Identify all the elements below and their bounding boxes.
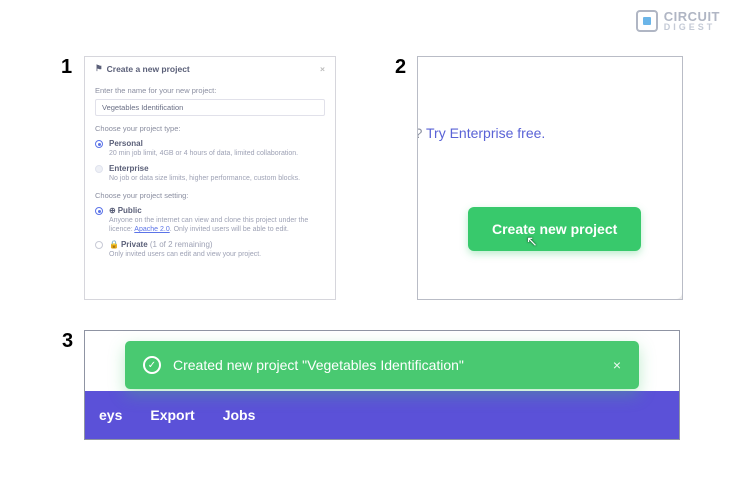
license-link[interactable]: Apache 2.0	[134, 226, 169, 233]
lock-icon: 🔒	[109, 240, 119, 249]
globe-icon: ⊕	[109, 206, 116, 215]
name-field-label: Enter the name for your new project:	[95, 86, 325, 95]
modal-title: Create a new project	[107, 64, 190, 74]
close-icon[interactable]: ×	[320, 64, 325, 74]
step-label-3: 3	[62, 330, 73, 353]
option-public[interactable]: ⊕Public Anyone on the internet can view …	[95, 206, 325, 234]
create-project-modal: ⚑ Create a new project × Enter the name …	[84, 56, 336, 300]
success-toast: ✓ Created new project "Vegetables Identi…	[125, 341, 639, 389]
toast-panel: eys Export Jobs ✓ Created new project "V…	[84, 330, 680, 440]
type-field-label: Choose your project type:	[95, 124, 325, 133]
option-public-desc: Anyone on the internet can view and clon…	[109, 216, 325, 234]
nav-item-jobs[interactable]: Jobs	[223, 407, 256, 423]
nav-item-export[interactable]: Export	[150, 407, 194, 423]
fragment-text-mid: ojects? Try Enterprise free.	[417, 125, 545, 141]
check-circle-icon: ✓	[143, 356, 161, 374]
option-private[interactable]: 🔒Private (1 of 2 remaining) Only invited…	[95, 240, 325, 259]
option-enterprise-desc: No job or data size limits, higher perfo…	[109, 174, 300, 183]
nav-bar: eys Export Jobs	[85, 391, 679, 439]
radio-unselected-icon	[95, 241, 103, 249]
option-personal-title: Personal	[109, 139, 298, 148]
nav-item-keys[interactable]: eys	[99, 407, 122, 423]
radio-selected-icon	[95, 207, 103, 215]
option-private-title: Private	[121, 240, 148, 249]
create-button-panel: ect. ojects? Try Enterprise free. Create…	[417, 56, 683, 300]
create-new-project-button[interactable]: Create new project	[468, 207, 641, 251]
option-private-remaining: (1 of 2 remaining)	[150, 240, 213, 249]
chip-icon	[636, 10, 658, 32]
option-public-title: Public	[118, 206, 142, 215]
option-private-desc: Only invited users can edit and view you…	[109, 250, 261, 259]
brand-logo: CIRCUIT DIGEST	[636, 10, 720, 32]
option-personal-desc: 20 min job limit, 4GB or 4 hours of data…	[109, 149, 298, 158]
option-personal[interactable]: Personal 20 min job limit, 4GB or 4 hour…	[95, 139, 325, 158]
step-label-1: 1	[61, 56, 72, 79]
project-name-value: Vegetables Identification	[102, 103, 183, 112]
project-name-input[interactable]: Vegetables Identification	[95, 99, 325, 116]
step-label-2: 2	[395, 56, 406, 79]
radio-selected-icon	[95, 140, 103, 148]
flag-icon: ⚑	[95, 63, 103, 74]
radio-disabled-icon	[95, 165, 103, 173]
option-enterprise-title: Enterprise	[109, 164, 300, 173]
toast-message: Created new project "Vegetables Identifi…	[173, 357, 464, 373]
cursor-icon: ↖	[526, 233, 538, 250]
toast-close-icon[interactable]: ×	[613, 357, 621, 373]
option-enterprise[interactable]: Enterprise No job or data size limits, h…	[95, 164, 325, 183]
setting-field-label: Choose your project setting:	[95, 191, 325, 200]
enterprise-link[interactable]: Try Enterprise free.	[426, 125, 545, 141]
brand-sub: DIGEST	[664, 23, 720, 32]
